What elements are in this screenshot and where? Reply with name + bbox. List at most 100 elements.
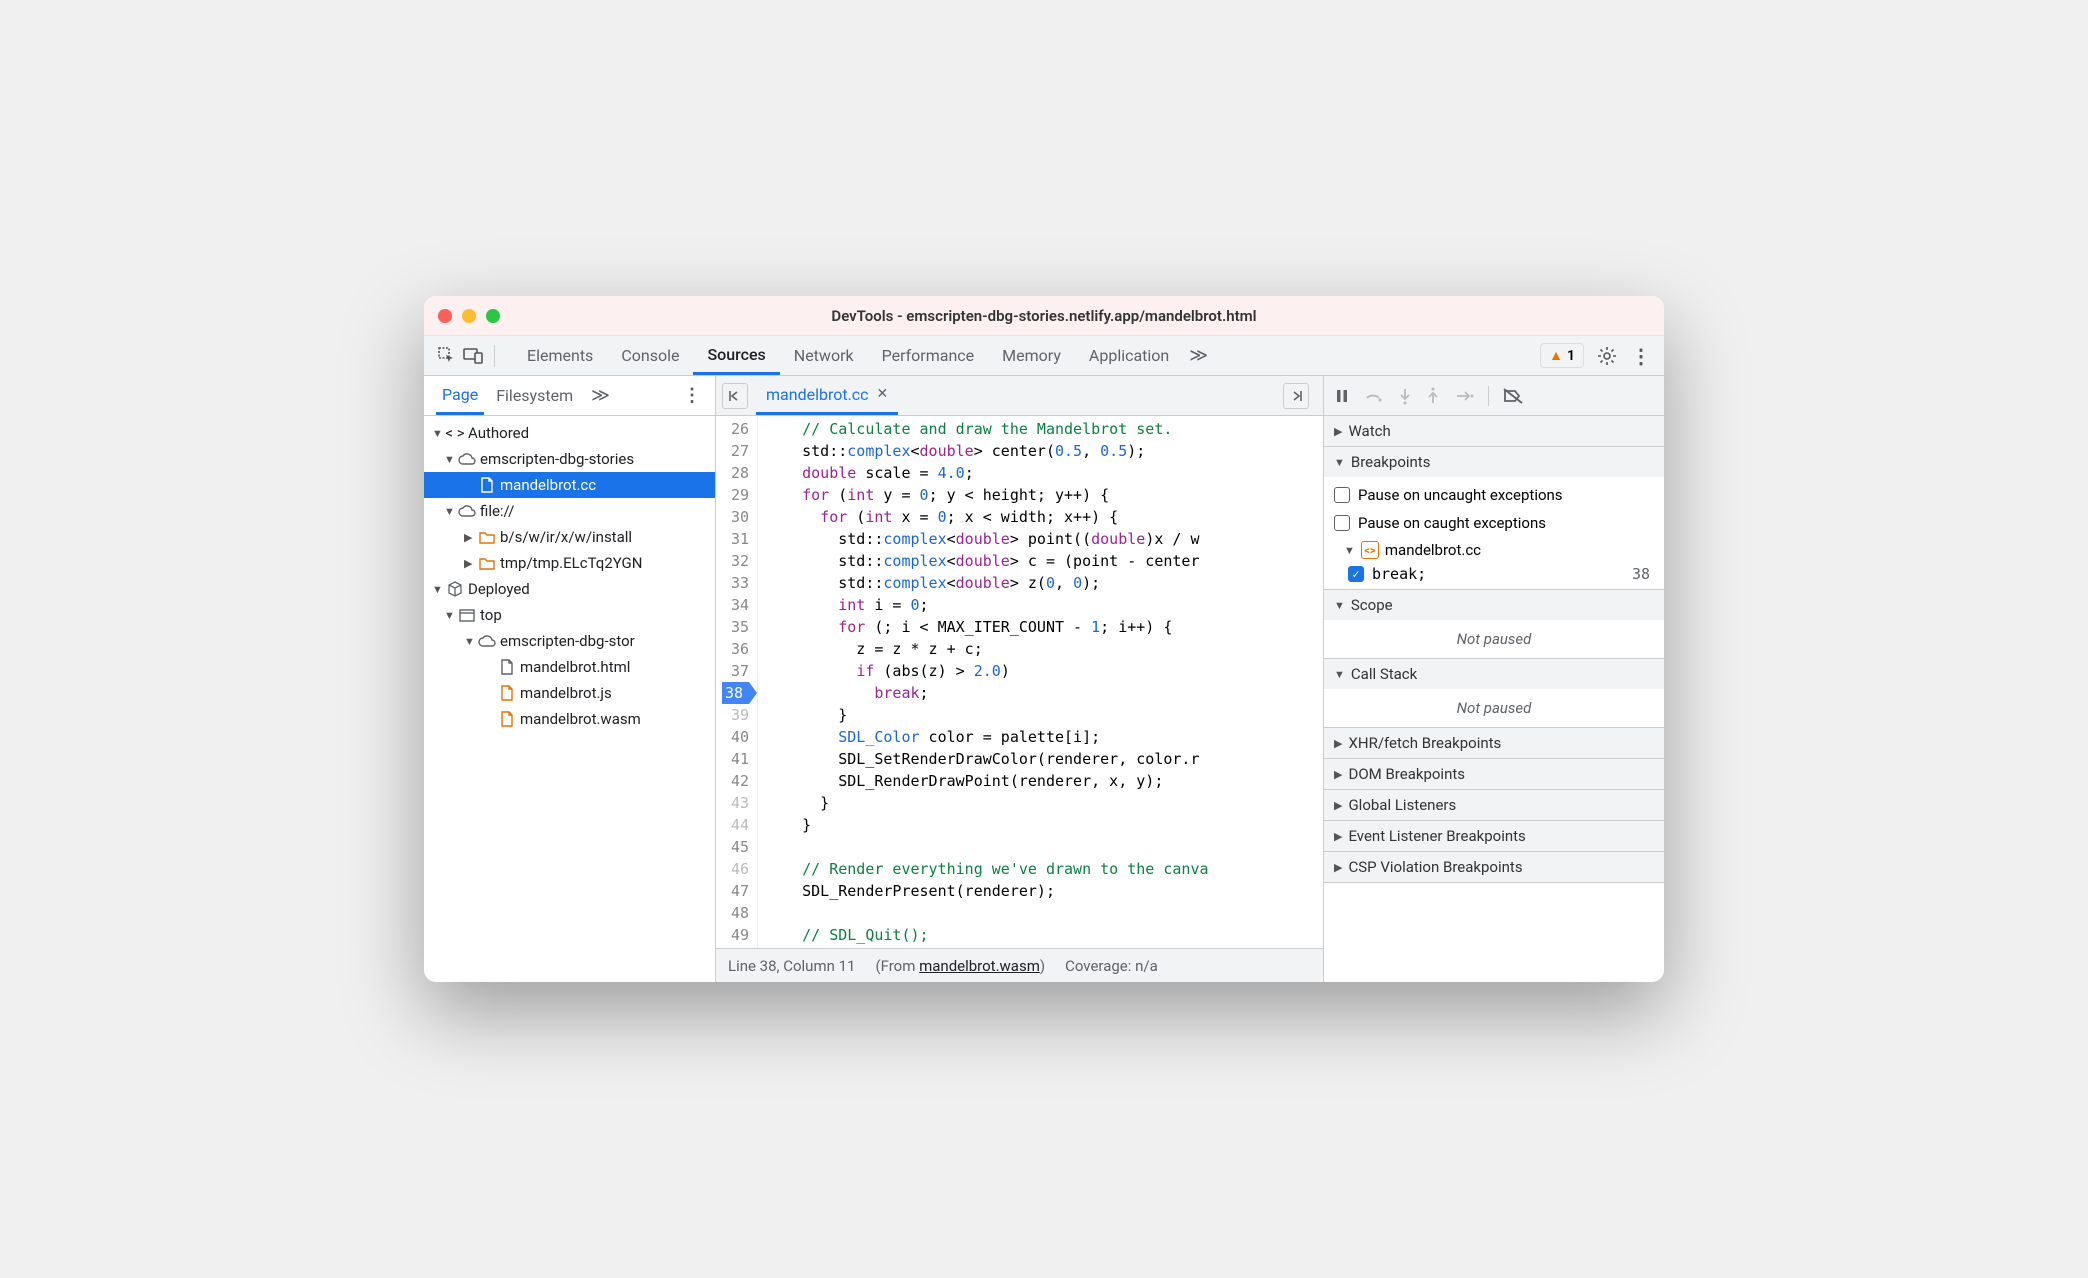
inspect-icon[interactable] [436,345,458,367]
code-line[interactable]: break; [766,682,1323,704]
section-watch-header[interactable]: ▶Watch [1324,416,1664,446]
code-line[interactable]: for (int x = 0; x < width; x++) { [766,506,1323,528]
tree-folder-install[interactable]: ▶b/s/w/ir/x/w/install [424,524,715,550]
code-line[interactable]: // Calculate and draw the Mandelbrot set… [766,418,1323,440]
code-line[interactable]: int i = 0; [766,594,1323,616]
pause-caught-row[interactable]: Pause on caught exceptions [1334,509,1654,537]
tree-folder-tmp[interactable]: ▶tmp/tmp.ELcTq2YGN [424,550,715,576]
close-window-button[interactable] [438,309,452,323]
step-out-button[interactable] [1426,387,1440,405]
code-editor[interactable]: 2627282930313233343536373839404142434445… [716,416,1323,948]
section-csp-header[interactable]: ▶CSP Violation Breakpoints [1324,852,1664,882]
close-tab-icon[interactable]: ✕ [877,386,889,402]
tab-network[interactable]: Network [780,336,868,375]
tree-file-js[interactable]: mandelbrot.js [424,680,715,706]
code-line[interactable]: } [766,814,1323,836]
tree-group-authored[interactable]: ▼< >Authored [424,420,715,446]
tab-console[interactable]: Console [607,336,693,375]
tree-domain-authored[interactable]: ▼emscripten-dbg-stories [424,446,715,472]
line-number[interactable]: 39 [722,704,749,726]
tree-file-html[interactable]: mandelbrot.html [424,654,715,680]
device-toggle-icon[interactable] [462,345,484,367]
code-line[interactable]: double scale = 4.0; [766,462,1323,484]
code-line[interactable]: std::complex<double> center(0.5, 0.5); [766,440,1323,462]
code-line[interactable]: std::complex<double> c = (point - center [766,550,1323,572]
code-line[interactable]: for (int y = 0; y < height; y++) { [766,484,1323,506]
line-number[interactable]: 38 [722,682,757,704]
section-global-header[interactable]: ▶Global Listeners [1324,790,1664,820]
line-number[interactable]: 33 [722,572,749,594]
code-line[interactable]: SDL_RenderDrawPoint(renderer, x, y); [766,770,1323,792]
settings-icon[interactable] [1596,345,1618,367]
code-line[interactable]: SDL_Color color = palette[i]; [766,726,1323,748]
deactivate-breakpoints-button[interactable] [1503,388,1523,404]
line-number[interactable]: 47 [722,880,749,902]
code-line[interactable]: SDL_RenderPresent(renderer); [766,880,1323,902]
tree-frame-top[interactable]: ▼top [424,602,715,628]
editor-tab-mandelbrot-cc[interactable]: mandelbrot.cc ✕ [756,376,898,415]
breakpoint-entry[interactable]: ✓break;38 [1334,563,1654,585]
line-number[interactable]: 40 [722,726,749,748]
line-number[interactable]: 42 [722,770,749,792]
nav-tabs-overflow[interactable]: ≫ [585,385,616,406]
checkbox-unchecked[interactable] [1334,487,1350,503]
code-line[interactable] [766,836,1323,858]
line-number[interactable]: 29 [722,484,749,506]
line-number[interactable]: 31 [722,528,749,550]
breakpoint-file-group[interactable]: ▼<>mandelbrot.cc [1334,537,1654,563]
code-line[interactable]: if (abs(z) > 2.0) [766,660,1323,682]
line-number[interactable]: 35 [722,616,749,638]
section-breakpoints-header[interactable]: ▼Breakpoints [1324,447,1664,477]
section-dom-header[interactable]: ▶DOM Breakpoints [1324,759,1664,789]
code-line[interactable]: for (; i < MAX_ITER_COUNT - 1; i++) { [766,616,1323,638]
code-line[interactable]: } [766,704,1323,726]
nav-kebab-icon[interactable]: ⋮ [681,385,703,407]
maximize-window-button[interactable] [486,309,500,323]
tree-file-wasm[interactable]: mandelbrot.wasm [424,706,715,732]
code-line[interactable] [766,902,1323,924]
line-number[interactable]: 44 [722,814,749,836]
code-line[interactable]: // Render everything we've drawn to the … [766,858,1323,880]
tab-page[interactable]: Page [436,376,484,415]
code-line[interactable]: z = z * z + c; [766,638,1323,660]
line-number[interactable]: 28 [722,462,749,484]
tree-file-mandelbrot-cc[interactable]: mandelbrot.cc [424,472,715,498]
minimize-window-button[interactable] [462,309,476,323]
step-over-button[interactable] [1364,388,1384,404]
line-number[interactable]: 32 [722,550,749,572]
line-number[interactable]: 26 [722,418,749,440]
section-scope-header[interactable]: ▼Scope [1324,590,1664,620]
source-link[interactable]: mandelbrot.wasm [919,957,1040,975]
line-number[interactable]: 45 [722,836,749,858]
pause-uncaught-row[interactable]: Pause on uncaught exceptions [1334,481,1654,509]
line-number[interactable]: 49 [722,924,749,946]
code-line[interactable]: SDL_SetRenderDrawColor(renderer, color.r [766,748,1323,770]
tab-elements[interactable]: Elements [513,336,607,375]
tree-domain-deployed[interactable]: ▼emscripten-dbg-stor [424,628,715,654]
code-line[interactable]: } [766,792,1323,814]
step-into-button[interactable] [1398,387,1412,405]
line-number[interactable]: 37 [722,660,749,682]
section-event-header[interactable]: ▶Event Listener Breakpoints [1324,821,1664,851]
pause-button[interactable] [1334,388,1350,404]
tabs-overflow-button[interactable]: ≫ [1183,345,1214,366]
warnings-badge[interactable]: ▲ 1 [1540,343,1584,368]
line-number[interactable]: 34 [722,594,749,616]
tab-sources[interactable]: Sources [693,336,779,375]
checkbox-unchecked[interactable] [1334,515,1350,531]
tab-application[interactable]: Application [1075,336,1183,375]
line-number[interactable]: 30 [722,506,749,528]
tab-filesystem[interactable]: Filesystem [490,376,579,415]
line-number[interactable]: 43 [722,792,749,814]
tab-memory[interactable]: Memory [988,336,1075,375]
tree-group-deployed[interactable]: ▼Deployed [424,576,715,602]
tree-file-scheme[interactable]: ▼file:// [424,498,715,524]
line-number[interactable]: 48 [722,902,749,924]
code-line[interactable]: std::complex<double> point((double)x / w [766,528,1323,550]
collapse-nav-button[interactable] [722,383,748,409]
code-line[interactable]: // SDL_Quit(); [766,924,1323,946]
line-number[interactable]: 27 [722,440,749,462]
collapse-debugger-button[interactable] [1283,383,1309,409]
checkbox-checked[interactable]: ✓ [1348,566,1364,582]
line-number[interactable]: 36 [722,638,749,660]
